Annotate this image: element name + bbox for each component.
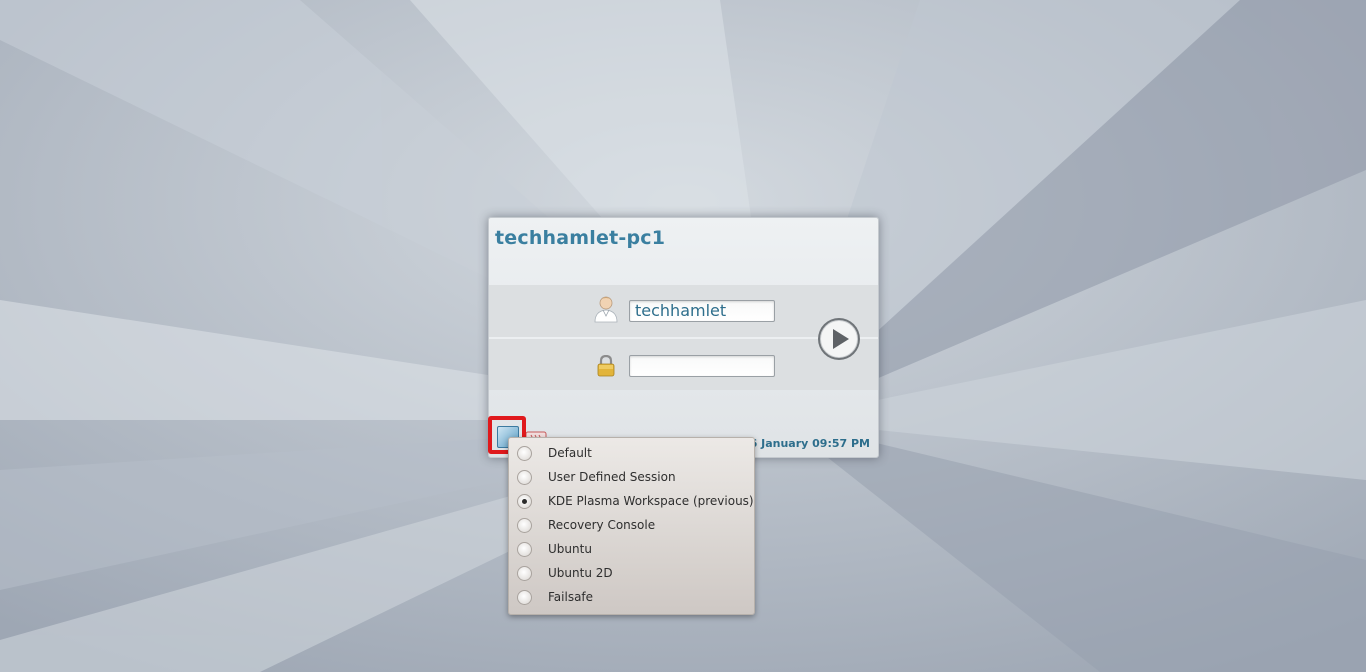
session-item-failsafe[interactable]: Failsafe [509, 586, 754, 610]
login-dialog: techhamlet-pc1 techhamlet 6 January 09:5… [488, 217, 879, 458]
radio-icon[interactable] [517, 590, 532, 605]
radio-icon[interactable] [517, 566, 532, 581]
username-input[interactable]: techhamlet [629, 300, 775, 322]
radio-icon[interactable] [517, 470, 532, 485]
session-item-recovery-console[interactable]: Recovery Console [509, 514, 754, 538]
session-item-label: KDE Plasma Workspace (previous) [548, 494, 754, 508]
session-item-user-defined[interactable]: User Defined Session [509, 466, 754, 490]
lock-icon [597, 355, 615, 377]
session-item-label: Recovery Console [548, 518, 656, 532]
session-item-default[interactable]: Default [509, 442, 754, 466]
password-input[interactable] [629, 355, 775, 377]
session-item-ubuntu-2d[interactable]: Ubuntu 2D [509, 562, 754, 586]
hostname-title: techhamlet-pc1 [495, 227, 666, 249]
session-item-label: Ubuntu 2D [548, 566, 613, 580]
session-menu: Default User Defined Session KDE Plasma … [508, 437, 755, 615]
user-icon [594, 296, 618, 323]
clock-datetime: 6 January 09:57 PM [749, 437, 870, 450]
radio-icon[interactable] [517, 542, 532, 557]
session-item-label: Ubuntu [548, 542, 592, 556]
session-item-label: Default [548, 446, 592, 460]
session-item-label: User Defined Session [548, 470, 676, 484]
login-button[interactable] [816, 316, 862, 362]
radio-icon[interactable] [517, 518, 532, 533]
session-item-label: Failsafe [548, 590, 594, 604]
radio-icon[interactable] [517, 446, 532, 461]
session-item-kde-plasma[interactable]: KDE Plasma Workspace (previous) [509, 490, 754, 514]
radio-checked-icon[interactable] [517, 494, 532, 509]
session-item-ubuntu[interactable]: Ubuntu [509, 538, 754, 562]
